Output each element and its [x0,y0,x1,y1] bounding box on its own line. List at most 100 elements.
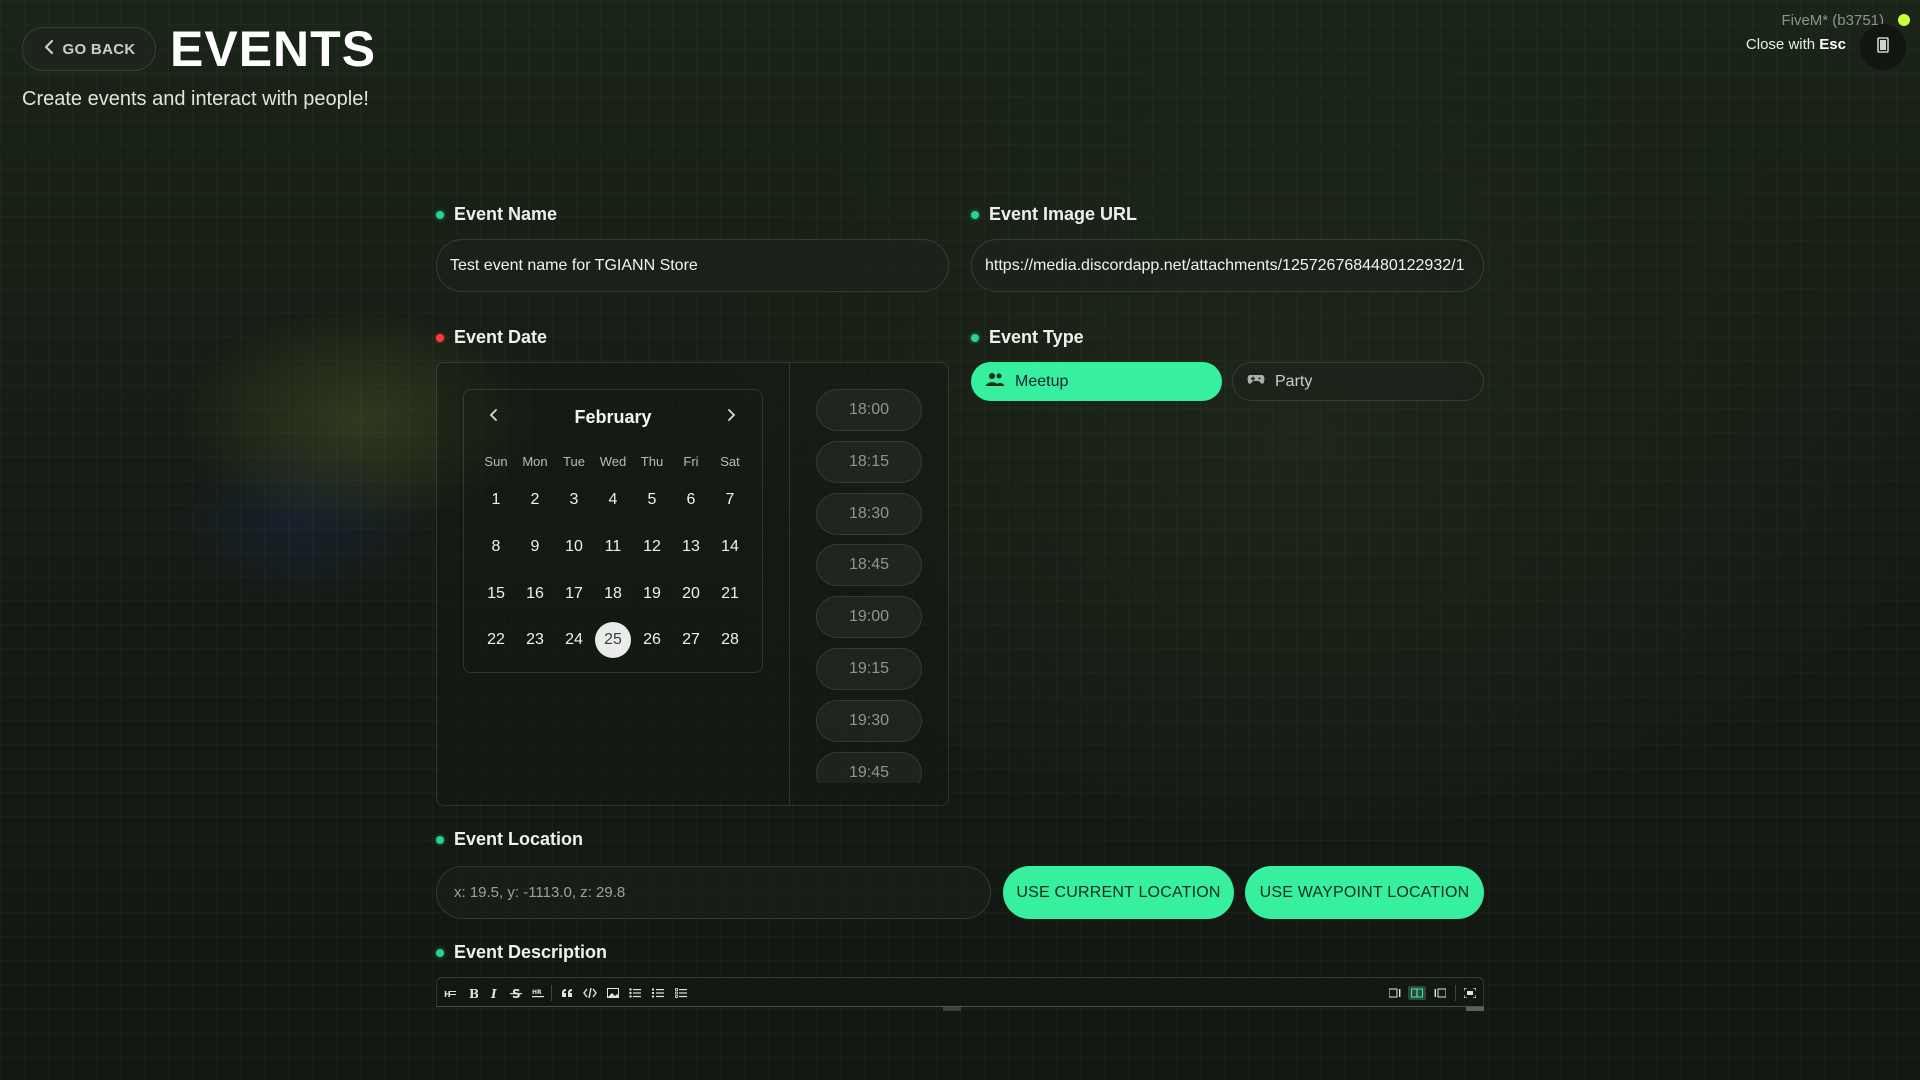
calendar-day[interactable]: 7 [712,482,748,518]
svg-text:I: I [490,987,497,999]
calendar-month: February [574,407,652,427]
gamepad-icon [1247,372,1265,391]
time-slot[interactable]: 18:30 [816,493,922,535]
time-slot[interactable]: 19:00 [816,596,922,638]
calendar-day[interactable]: 28 [712,622,748,658]
calendar-day[interactable]: 10 [556,529,592,565]
time-slot[interactable]: 19:15 [816,648,922,690]
event-name-label: Event Name [436,204,557,225]
task-list-icon[interactable] [674,986,688,1000]
calendar-day-selected[interactable]: 25 [595,622,631,658]
event-location-label-text: Event Location [454,829,584,849]
event-name-label-text: Event Name [454,204,558,224]
svg-text:HR: HR [532,989,542,996]
calendar-day[interactable]: 27 [673,622,709,658]
calendar-day[interactable]: 24 [556,622,592,658]
event-date-label-text: Event Date [454,327,548,347]
page-subtitle: Create events and interact with people! [22,88,369,110]
weekday-header: Tue [563,454,585,469]
calendar-day[interactable]: 21 [712,576,748,612]
calendar-day[interactable]: 11 [595,529,631,565]
live-mode-icon[interactable] [1408,986,1426,1000]
event-type-meetup-label: Meetup [1015,372,1069,390]
event-type-meetup-button[interactable]: Meetup [971,362,1222,401]
event-type-label-text: Event Type [989,327,1084,347]
event-description-label: Event Description [436,942,607,963]
error-dot [436,333,444,342]
calendar-day[interactable]: 2 [517,482,553,518]
weekday-header: Sun [484,454,508,469]
event-type-party-button[interactable]: Party [1232,362,1484,401]
preview-mode-icon[interactable] [1433,986,1447,1000]
time-slot[interactable]: 18:00 [816,389,922,431]
resize-handle[interactable] [943,1007,961,1011]
calendar-day[interactable]: 5 [634,482,670,518]
calendar-day[interactable]: 16 [517,576,553,612]
calendar-day[interactable]: 9 [517,529,553,565]
required-dot [436,210,444,219]
close-hint: Close with Esc [1746,36,1846,53]
go-back-label: GO BACK [62,40,136,58]
page-title: EVENTS [170,21,377,77]
calendar-day[interactable]: 15 [478,576,514,612]
image-icon[interactable] [606,986,620,1000]
next-month-button[interactable] [719,405,743,429]
calendar-day[interactable]: 18 [595,576,631,612]
time-slot[interactable]: 19:45 [816,752,922,783]
calendar-day[interactable]: 4 [595,482,631,518]
quote-icon[interactable] [560,986,574,1000]
calendar-day[interactable]: 3 [556,482,592,518]
time-slot[interactable]: 19:30 [816,700,922,742]
resize-handle[interactable] [1466,1007,1484,1011]
event-name-value: Test event name for TGIANN Store [450,256,698,274]
required-dot [436,948,444,957]
event-location-input[interactable]: x: 19.5, y: -1113.0, z: 29.8 [436,866,991,919]
door-exit-icon [1876,36,1890,58]
event-location-value: x: 19.5, y: -1113.0, z: 29.8 [454,884,626,901]
calendar-day[interactable]: 14 [712,529,748,565]
edit-mode-icon[interactable] [1388,986,1402,1000]
calendar-day[interactable]: 12 [634,529,670,565]
close-hint-key: Esc [1819,36,1846,53]
time-list[interactable]: 18:00 18:15 18:30 18:45 19:00 19:15 19:3… [790,363,948,783]
event-name-input[interactable]: Test event name for TGIANN Store [436,239,949,292]
use-waypoint-location-button[interactable]: USE WAYPOINT LOCATION [1245,866,1484,919]
heading-icon[interactable]: H [443,986,457,1000]
calendar-day[interactable]: 23 [517,622,553,658]
horizontal-rule-icon[interactable]: HR [531,986,545,1000]
bold-icon[interactable]: B [466,986,480,1000]
svg-text:H: H [444,990,451,998]
time-slot[interactable]: 18:45 [816,544,922,586]
chevron-left-icon [43,39,55,59]
strikethrough-icon[interactable]: S [509,986,523,1000]
calendar-day[interactable]: 20 [673,576,709,612]
calendar-day[interactable]: 19 [634,576,670,612]
close-button[interactable] [1860,24,1906,70]
fullscreen-icon[interactable] [1463,986,1477,1000]
calendar-day[interactable]: 13 [673,529,709,565]
code-icon[interactable] [583,986,597,1000]
close-hint-prefix: Close with [1745,36,1816,53]
chevron-right-icon [726,408,736,427]
event-description-label-text: Event Description [454,942,608,962]
calendar-day[interactable]: 17 [556,576,592,612]
bullet-list-icon[interactable] [628,986,642,1000]
calendar-day[interactable]: 6 [673,482,709,518]
calendar-day[interactable]: 1 [478,482,514,518]
required-dot [971,210,979,219]
go-back-button[interactable]: GO BACK [22,27,156,71]
calendar-day[interactable]: 26 [634,622,670,658]
use-current-location-button[interactable]: USE CURRENT LOCATION [1003,866,1234,919]
time-slot[interactable]: 18:15 [816,441,922,483]
required-dot [971,333,979,342]
event-image-url-value: https://media.discordapp.net/attachments… [985,256,1465,274]
weekday-header: Fri [683,454,699,469]
calendar-day[interactable]: 22 [478,622,514,658]
weekday-header: Sat [720,454,740,469]
italic-icon[interactable]: I [487,986,501,1000]
calendar-day[interactable]: 8 [478,529,514,565]
event-date-label: Event Date [436,327,547,348]
weekday-header: Wed [599,454,627,469]
ordered-list-icon[interactable] [651,986,665,1000]
event-image-url-input[interactable]: https://media.discordapp.net/attachments… [971,239,1484,292]
